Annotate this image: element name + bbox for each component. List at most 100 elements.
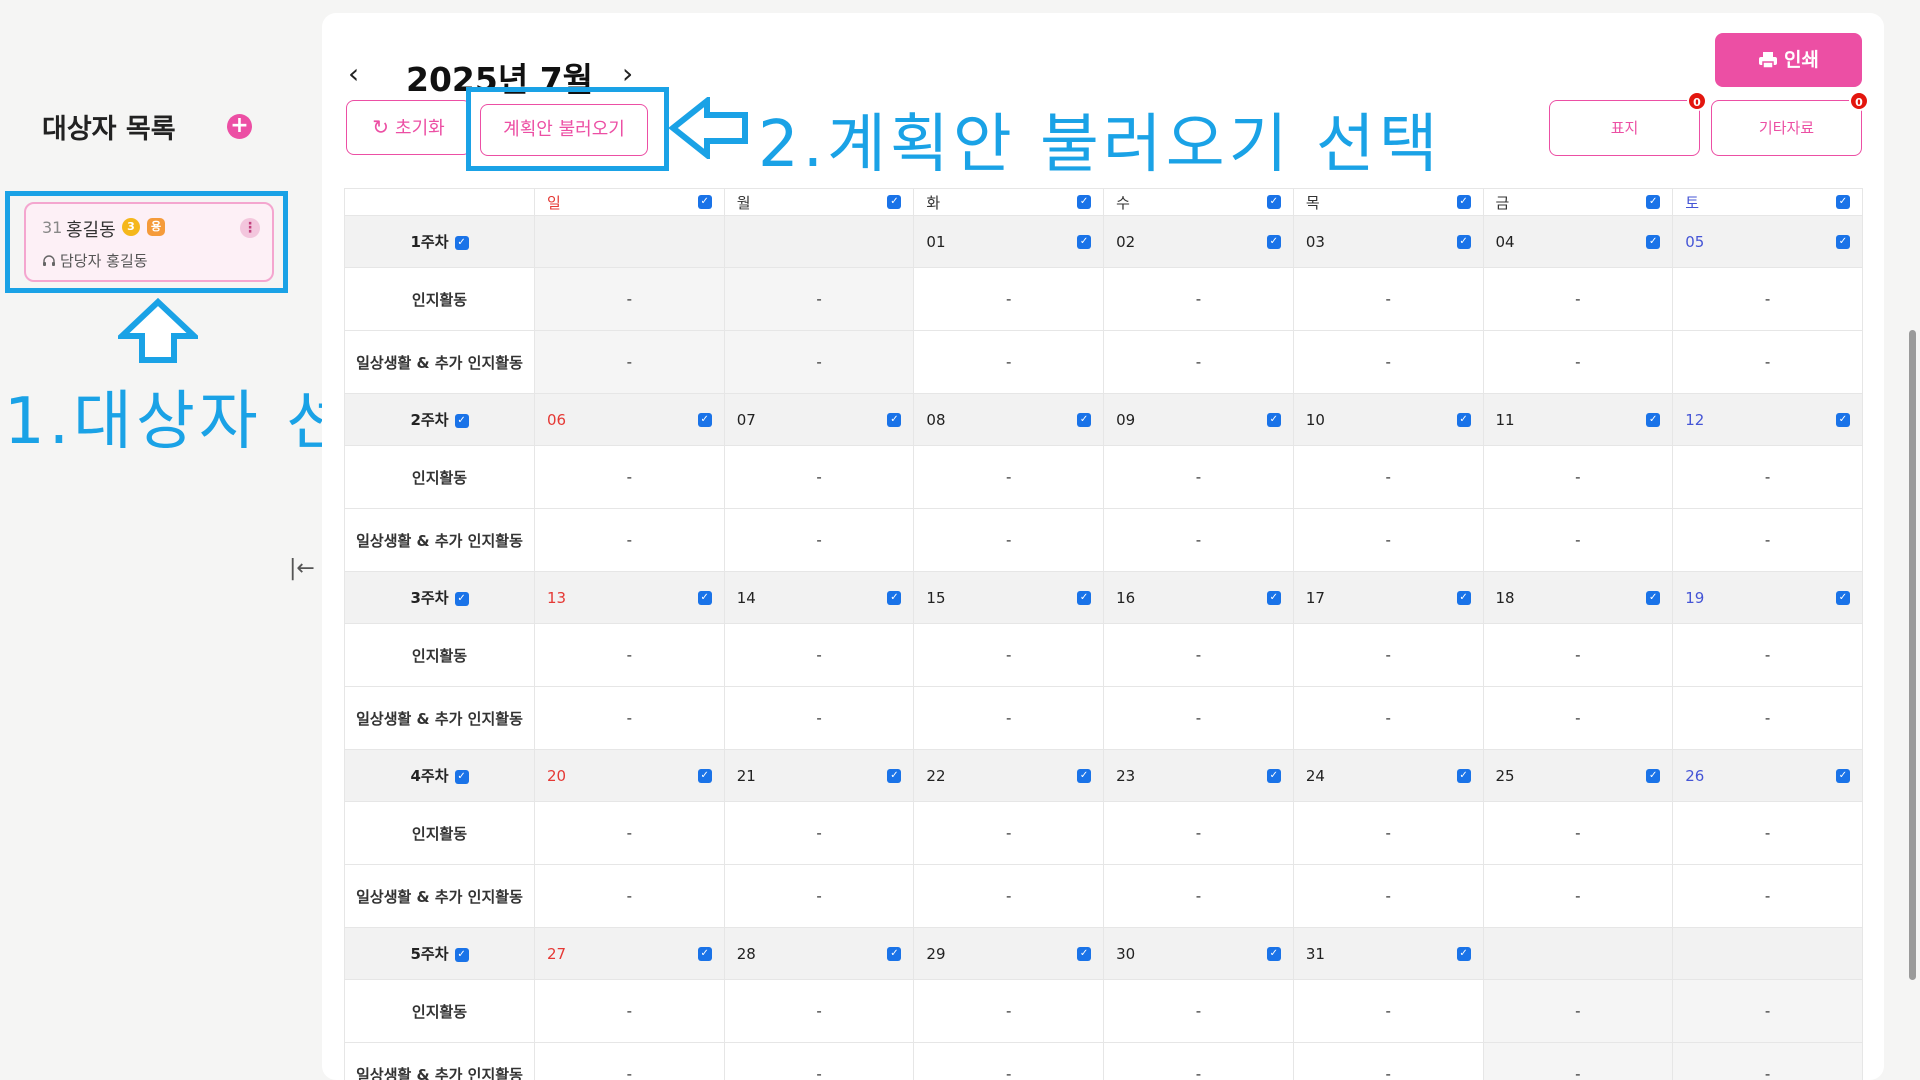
date-cell[interactable]: 07 ✓ bbox=[723, 393, 915, 446]
activity-cell[interactable]: - bbox=[1103, 623, 1294, 687]
activity-cell[interactable]: - bbox=[534, 686, 725, 750]
activity-cell[interactable]: - bbox=[913, 267, 1105, 331]
date-checkbox[interactable]: ✓ bbox=[1646, 768, 1661, 783]
date-cell[interactable]: 10 ✓ bbox=[1292, 393, 1484, 446]
activity-cell[interactable]: - bbox=[913, 801, 1105, 865]
activity-cell[interactable]: - bbox=[913, 864, 1105, 928]
date-checkbox[interactable]: ✓ bbox=[1077, 412, 1092, 427]
activity-cell[interactable]: - bbox=[1482, 267, 1674, 331]
date-cell[interactable]: 22 ✓ bbox=[913, 749, 1105, 802]
week-checkbox[interactable]: ✓ bbox=[454, 947, 469, 962]
date-checkbox[interactable]: ✓ bbox=[1266, 590, 1281, 605]
prev-month-button[interactable]: ‹ bbox=[348, 57, 359, 90]
activity-cell[interactable]: - bbox=[723, 686, 915, 750]
activity-cell[interactable]: - bbox=[913, 330, 1105, 394]
date-cell[interactable]: 08 ✓ bbox=[913, 393, 1105, 446]
activity-cell[interactable]: - bbox=[1672, 330, 1863, 394]
date-cell[interactable]: 25 ✓ bbox=[1482, 749, 1674, 802]
date-checkbox[interactable]: ✓ bbox=[1077, 768, 1092, 783]
date-cell[interactable]: 11 ✓ bbox=[1482, 393, 1674, 446]
day-checkbox[interactable]: ✓ bbox=[1266, 195, 1281, 209]
activity-cell[interactable]: - bbox=[723, 267, 915, 331]
date-checkbox[interactable]: ✓ bbox=[1646, 412, 1661, 427]
date-cell[interactable]: 13 ✓ bbox=[534, 571, 725, 624]
date-checkbox[interactable]: ✓ bbox=[1836, 768, 1850, 783]
activity-cell[interactable]: - bbox=[1482, 623, 1674, 687]
activity-cell[interactable]: - bbox=[1292, 801, 1484, 865]
collapse-sidebar-icon[interactable]: |← bbox=[289, 556, 315, 581]
date-checkbox[interactable]: ✓ bbox=[1266, 768, 1281, 783]
date-cell[interactable]: 30 ✓ bbox=[1103, 927, 1294, 980]
activity-cell[interactable]: - bbox=[1672, 686, 1863, 750]
date-cell[interactable]: 29 ✓ bbox=[913, 927, 1105, 980]
date-checkbox[interactable]: ✓ bbox=[1456, 412, 1471, 427]
activity-cell[interactable]: - bbox=[1103, 508, 1294, 572]
date-checkbox[interactable]: ✓ bbox=[1456, 234, 1471, 249]
activity-cell[interactable]: - bbox=[1103, 267, 1294, 331]
activity-cell[interactable]: - bbox=[1672, 623, 1863, 687]
date-cell[interactable]: 12 ✓ bbox=[1672, 393, 1863, 446]
activity-cell[interactable]: - bbox=[723, 979, 915, 1043]
date-cell[interactable]: 04 ✓ bbox=[1482, 215, 1674, 268]
activity-cell[interactable]: - bbox=[913, 1042, 1105, 1080]
activity-cell[interactable]: - bbox=[723, 864, 915, 928]
date-checkbox[interactable]: ✓ bbox=[697, 412, 712, 427]
activity-cell[interactable]: - bbox=[1672, 801, 1863, 865]
date-cell[interactable]: 20 ✓ bbox=[534, 749, 725, 802]
date-checkbox[interactable]: ✓ bbox=[1077, 946, 1092, 961]
day-checkbox[interactable]: ✓ bbox=[1646, 195, 1661, 209]
add-subject-button[interactable]: + bbox=[227, 114, 252, 139]
date-checkbox[interactable]: ✓ bbox=[697, 768, 712, 783]
activity-cell[interactable]: - bbox=[1292, 445, 1484, 509]
date-checkbox[interactable]: ✓ bbox=[1266, 946, 1281, 961]
next-month-button[interactable]: › bbox=[622, 57, 633, 90]
activity-cell[interactable]: - bbox=[723, 1042, 915, 1080]
activity-cell[interactable]: - bbox=[534, 445, 725, 509]
activity-cell[interactable]: - bbox=[1482, 445, 1674, 509]
date-cell[interactable]: 19 ✓ bbox=[1672, 571, 1863, 624]
date-checkbox[interactable]: ✓ bbox=[887, 590, 902, 605]
date-cell[interactable]: 17 ✓ bbox=[1292, 571, 1484, 624]
activity-cell[interactable]: - bbox=[534, 267, 725, 331]
activity-cell[interactable]: - bbox=[1292, 864, 1484, 928]
date-cell[interactable]: 15 ✓ bbox=[913, 571, 1105, 624]
activity-cell[interactable]: - bbox=[1103, 1042, 1294, 1080]
date-cell[interactable]: 03 ✓ bbox=[1292, 215, 1484, 268]
activity-cell[interactable]: - bbox=[534, 1042, 725, 1080]
date-cell[interactable]: 24 ✓ bbox=[1292, 749, 1484, 802]
date-checkbox[interactable]: ✓ bbox=[697, 946, 712, 961]
activity-cell[interactable]: - bbox=[1672, 864, 1863, 928]
date-checkbox[interactable]: ✓ bbox=[1266, 234, 1281, 249]
activity-cell[interactable]: - bbox=[1482, 801, 1674, 865]
date-cell[interactable]: 09 ✓ bbox=[1103, 393, 1294, 446]
activity-cell[interactable]: - bbox=[1292, 267, 1484, 331]
date-checkbox[interactable]: ✓ bbox=[1077, 234, 1092, 249]
activity-cell[interactable]: - bbox=[1482, 979, 1674, 1043]
day-checkbox[interactable]: ✓ bbox=[1456, 195, 1471, 209]
activity-cell[interactable]: - bbox=[1672, 445, 1863, 509]
activity-cell[interactable]: - bbox=[1103, 445, 1294, 509]
activity-cell[interactable]: - bbox=[1292, 686, 1484, 750]
date-checkbox[interactable]: ✓ bbox=[1456, 590, 1471, 605]
activity-cell[interactable]: - bbox=[1482, 330, 1674, 394]
activity-cell[interactable]: - bbox=[534, 864, 725, 928]
activity-cell[interactable]: - bbox=[913, 979, 1105, 1043]
activity-cell[interactable]: - bbox=[723, 508, 915, 572]
date-cell[interactable]: 06 ✓ bbox=[534, 393, 725, 446]
activity-cell[interactable]: - bbox=[1103, 979, 1294, 1043]
date-checkbox[interactable]: ✓ bbox=[1836, 234, 1850, 249]
date-cell[interactable]: 27 ✓ bbox=[534, 927, 725, 980]
activity-cell[interactable]: - bbox=[1292, 623, 1484, 687]
date-cell[interactable]: 02 ✓ bbox=[1103, 215, 1294, 268]
activity-cell[interactable]: - bbox=[1292, 330, 1484, 394]
activity-cell[interactable]: - bbox=[1482, 508, 1674, 572]
date-cell[interactable]: 18 ✓ bbox=[1482, 571, 1674, 624]
week-checkbox[interactable]: ✓ bbox=[454, 591, 469, 606]
activity-cell[interactable]: - bbox=[534, 330, 725, 394]
date-checkbox[interactable]: ✓ bbox=[1456, 768, 1471, 783]
activity-cell[interactable]: - bbox=[1482, 1042, 1674, 1080]
date-cell[interactable]: 16 ✓ bbox=[1103, 571, 1294, 624]
activity-cell[interactable]: - bbox=[1103, 686, 1294, 750]
activity-cell[interactable]: - bbox=[1292, 508, 1484, 572]
date-checkbox[interactable]: ✓ bbox=[887, 768, 902, 783]
